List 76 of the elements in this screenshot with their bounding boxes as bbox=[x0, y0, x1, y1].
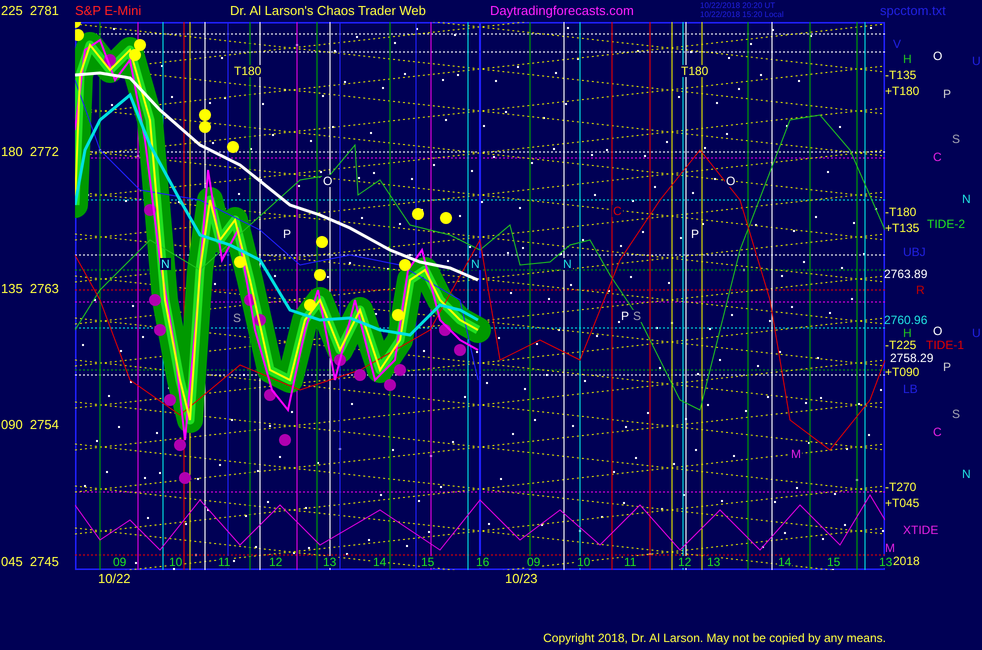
level-label: +T135 bbox=[885, 222, 920, 234]
chart-label: S bbox=[632, 310, 642, 322]
level-label: -T270 bbox=[885, 481, 916, 493]
hour-label: 15 bbox=[826, 556, 842, 568]
axis-label: 225 2781 bbox=[0, 4, 60, 17]
level-label: 2018 bbox=[893, 555, 920, 567]
timestamp: 10/22/2018 20:20 UT bbox=[700, 1, 776, 10]
hour-label: 13 bbox=[878, 556, 894, 568]
copyright-text: Copyright 2018, Dr. Al Larson. May not be copied by any means. bbox=[543, 632, 886, 644]
hour-label: 10 bbox=[168, 556, 184, 568]
level-label: C bbox=[933, 151, 942, 163]
level-label: O bbox=[933, 325, 942, 337]
date-label: 10/23 bbox=[505, 572, 538, 588]
hour-label: 11 bbox=[623, 556, 638, 568]
level-label: U bbox=[972, 55, 981, 67]
level-label: S bbox=[952, 133, 960, 145]
chart-label: C bbox=[612, 205, 623, 217]
level-label: R bbox=[916, 284, 925, 296]
chart-label: O bbox=[322, 175, 334, 187]
level-label: +T180 bbox=[885, 85, 920, 97]
level-label: O bbox=[933, 50, 942, 62]
timestamp: 10/22/2018 15:20 Local bbox=[700, 10, 785, 19]
page-title: Dr. Al Larson's Chaos Trader Web bbox=[230, 4, 427, 17]
level-label: 2758.29 bbox=[890, 352, 934, 364]
level-label: +T045 bbox=[885, 497, 920, 509]
chart-label: N bbox=[160, 258, 171, 270]
hour-label: 15 bbox=[420, 556, 436, 568]
file-name: spcctom.txt bbox=[880, 4, 946, 17]
chart-label: N bbox=[470, 258, 481, 270]
chart-label: T180 bbox=[233, 65, 262, 77]
level-label: TIDE-1 bbox=[926, 339, 964, 351]
level-label: V bbox=[893, 38, 902, 50]
level-label: -T180 bbox=[885, 206, 916, 218]
level-label: M bbox=[885, 542, 895, 554]
level-label: TIDE-2 bbox=[927, 218, 966, 230]
level-label: C bbox=[933, 426, 942, 438]
chart-label: O bbox=[725, 175, 736, 187]
hour-label: 14 bbox=[372, 556, 388, 568]
hour-label: 09 bbox=[526, 556, 542, 568]
hour-label: 11 bbox=[217, 556, 232, 568]
level-label: LB bbox=[903, 383, 918, 395]
chart-label: P bbox=[690, 228, 700, 240]
axis-label: 180 2772 bbox=[0, 145, 60, 160]
level-label: +T090 bbox=[885, 366, 920, 378]
hour-label: 16 bbox=[475, 556, 490, 568]
chart-label: T180 bbox=[680, 65, 710, 77]
level-label: U bbox=[972, 327, 981, 339]
level-label: P bbox=[943, 361, 952, 373]
hour-label: 12 bbox=[677, 556, 692, 568]
level-label: P bbox=[943, 88, 952, 100]
site-link[interactable]: Daytradingforecasts.com bbox=[490, 4, 700, 17]
chart-label: M bbox=[790, 448, 802, 460]
level-label: H bbox=[903, 53, 912, 65]
level-label: H bbox=[903, 327, 912, 339]
level-label: N bbox=[962, 193, 971, 205]
axis-label: 090 2754 bbox=[0, 418, 60, 434]
hour-label: 14 bbox=[777, 556, 792, 568]
level-label: XTIDE bbox=[903, 524, 938, 536]
chart-label: S bbox=[232, 312, 242, 324]
hour-label: 13 bbox=[322, 556, 338, 568]
chart-label: P bbox=[620, 310, 630, 322]
level-label: N bbox=[962, 468, 971, 480]
level-label: UBJ bbox=[903, 246, 926, 258]
hour-label: 13 bbox=[706, 556, 722, 568]
hour-label: 09 bbox=[112, 556, 128, 568]
level-label: S bbox=[952, 408, 960, 420]
chart-label: N bbox=[562, 258, 573, 270]
axis-label: 045 2745 bbox=[0, 554, 60, 570]
level-label: -T225 bbox=[885, 339, 916, 351]
hour-label: 10 bbox=[576, 556, 592, 568]
date-label: 10/22 bbox=[98, 572, 132, 588]
level-label: -T135 bbox=[885, 69, 916, 81]
axis-label: 135 2763 bbox=[0, 282, 60, 297]
hour-label: 12 bbox=[268, 556, 284, 568]
chart-label: P bbox=[282, 228, 292, 240]
symbol-label: S&P E-Mini bbox=[75, 4, 142, 17]
